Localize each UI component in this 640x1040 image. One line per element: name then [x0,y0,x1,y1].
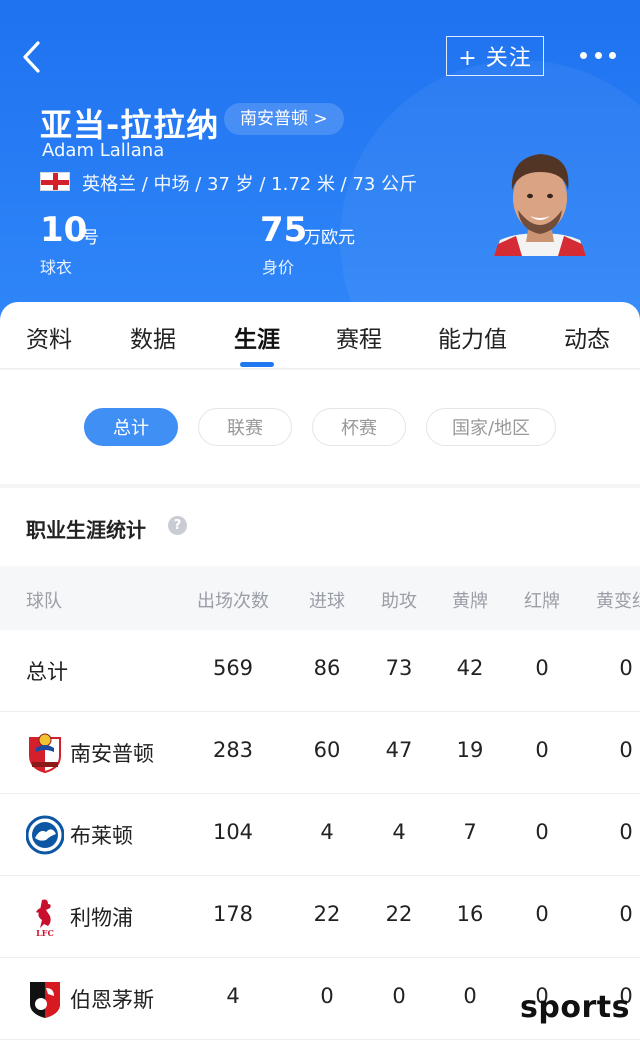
table-header: 球队 出场次数 进球 助攻 黄牌 红牌 黄变红 [0,566,640,630]
table-row: 总计 569 86 73 42 0 0 [0,630,640,712]
market-value: 75 [260,210,308,250]
player-header: + 关注 亚当-拉拉纳 南安普顿 > Adam Lallana 英格兰 / 中场… [0,0,640,322]
red-cell: 0 [535,738,549,762]
red-cell: 0 [535,656,549,680]
column-header-yellow: 黄牌 [452,591,488,612]
goals-cell: 4 [320,820,334,844]
table-row[interactable]: LFC 利物浦 178 22 22 16 0 0 [0,876,640,958]
section-title: 职业生涯统计 [26,518,146,542]
team-name: 南安普顿 [70,742,154,766]
filter-bar: 总计 联赛 杯赛 国家/地区 [0,370,640,484]
brighton-crest-icon [26,815,64,855]
filter-cup[interactable]: 杯赛 [312,408,406,446]
more-options-icon[interactable] [580,42,616,68]
column-header-second-yellow: 黄变红 [596,591,640,612]
team-name: 伯恩茅斯 [70,988,154,1012]
apps-cell: 283 [212,738,254,762]
assists-cell: 22 [385,902,413,926]
liverpool-crest-icon: LFC [36,899,54,938]
filter-league[interactable]: 联赛 [198,408,292,446]
jersey-unit: 号 [82,228,99,248]
active-tab-indicator [240,362,274,367]
goals-cell: 86 [313,656,341,680]
goals-cell: 22 [313,902,341,926]
help-icon[interactable]: ? [168,516,187,535]
back-button[interactable] [18,40,48,74]
goals-cell: 0 [320,984,334,1008]
table-row[interactable]: 南安普顿 283 60 47 19 0 0 [0,712,640,794]
filter-total[interactable]: 总计 [84,408,178,446]
assists-cell: 47 [385,738,413,762]
apps-cell: 178 [212,902,254,926]
career-stats-section: 职业生涯统计 ? 球队 出场次数 进球 助攻 黄牌 红牌 黄变红 总计 569 … [0,488,640,1040]
team-name: 利物浦 [70,906,133,930]
apps-cell: 569 [212,656,254,680]
sports-watermark: sports [520,990,630,1025]
southampton-crest-icon [29,733,61,774]
svg-text:LFC: LFC [36,928,54,938]
column-header-team: 球队 [26,591,62,612]
filter-national[interactable]: 国家/地区 [426,408,556,446]
column-header-apps: 出场次数 [197,591,269,612]
club-link[interactable]: 南安普顿 > [224,103,344,135]
yellow-cell: 0 [463,984,477,1008]
column-header-assists: 助攻 [381,591,417,612]
tab-profile[interactable]: 资料 [26,320,72,354]
assists-cell: 4 [392,820,406,844]
yellow-cell: 16 [456,902,484,926]
tab-bar: 资料 数据 生涯 赛程 能力值 动态 [0,302,640,369]
england-flag-icon [40,172,70,191]
second-yellow-cell: 0 [619,656,633,680]
jersey-number: 10 [40,210,88,250]
table-row[interactable]: 布莱顿 104 4 4 7 0 0 [0,794,640,876]
chevron-left-icon [23,41,40,73]
jersey-label: 球衣 [40,258,73,277]
second-yellow-cell: 0 [619,738,633,762]
yellow-cell: 7 [463,820,477,844]
column-header-goals: 进球 [309,591,345,612]
apps-cell: 104 [212,820,254,844]
player-photo [494,154,586,256]
yellow-cell: 42 [456,656,484,680]
tab-stats[interactable]: 数据 [130,320,176,354]
yellow-cell: 19 [456,738,484,762]
column-header-red: 红牌 [524,591,560,612]
apps-cell: 4 [226,984,240,1008]
assists-cell: 0 [392,984,406,1008]
tab-ability[interactable]: 能力值 [438,320,507,354]
goals-cell: 60 [313,738,341,762]
tab-career[interactable]: 生涯 [234,320,280,354]
red-cell: 0 [535,820,549,844]
bournemouth-crest-icon [30,982,60,1018]
tab-schedule[interactable]: 赛程 [336,320,382,354]
market-value-unit: 万欧元 [304,228,355,248]
second-yellow-cell: 0 [619,820,633,844]
player-name-en: Adam Lallana [42,140,165,161]
red-cell: 0 [535,902,549,926]
follow-button[interactable]: + 关注 [446,36,544,76]
assists-cell: 73 [385,656,413,680]
team-name: 总计 [26,660,68,684]
market-value-label: 身价 [262,258,295,277]
player-meta: 英格兰 / 中场 / 37 岁 / 1.72 米 / 73 公斤 [82,174,418,195]
second-yellow-cell: 0 [619,902,633,926]
team-name: 布莱顿 [70,824,133,848]
tab-news[interactable]: 动态 [564,320,610,354]
